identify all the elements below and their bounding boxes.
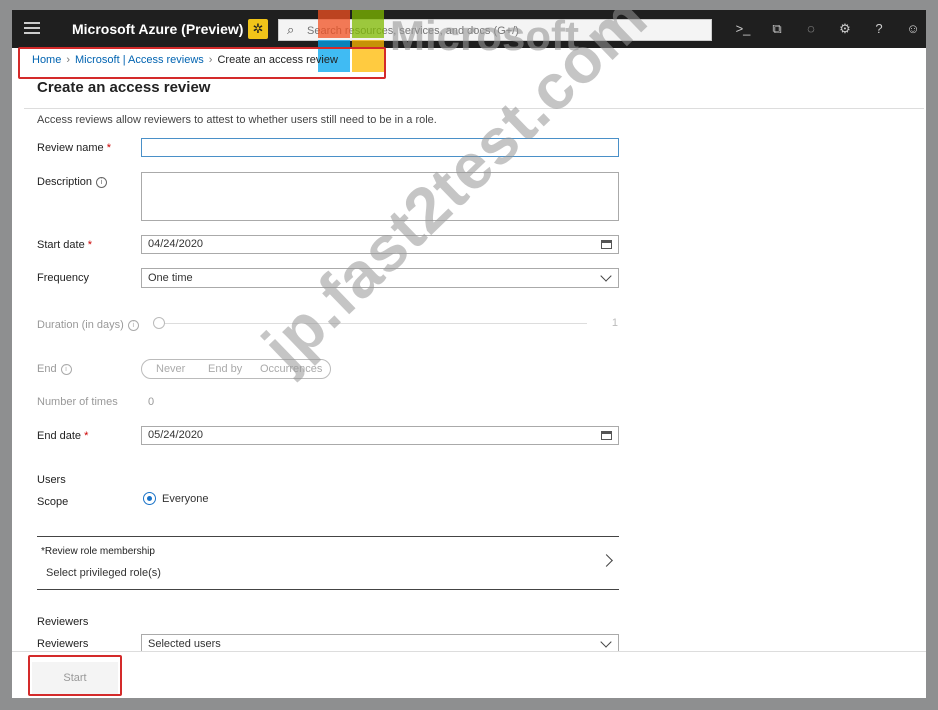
scope-everyone-radio[interactable] — [143, 492, 156, 505]
review-name-input[interactable] — [141, 138, 619, 157]
end-option-occurrences[interactable]: Occurrences — [260, 363, 322, 375]
frequency-value: One time — [148, 272, 193, 284]
directory-filter-icon[interactable]: ⧉ — [768, 20, 786, 38]
chevron-down-icon — [600, 270, 612, 282]
frequency-label: Frequency — [37, 272, 89, 284]
role-membership-value: Select privileged role(s) — [46, 567, 161, 579]
end-segmented-control: Never End by Occurrences — [141, 359, 331, 379]
duration-label: Duration (in days) i — [37, 319, 139, 331]
highlight-breadcrumb-box — [18, 47, 386, 79]
end-option-end-by[interactable]: End by — [208, 363, 242, 375]
menu-icon[interactable] — [24, 22, 40, 36]
users-section-title: Users — [37, 474, 66, 486]
intro-text: Access reviews allow reviewers to attest… — [37, 114, 437, 126]
global-search[interactable]: ⌕ — [278, 19, 712, 41]
start-date-label: Start date * — [37, 239, 93, 251]
highlight-start-box — [28, 655, 122, 696]
search-icon: ⌕ — [287, 22, 295, 37]
preview-bug-icon[interactable]: ✲ — [248, 19, 268, 39]
calendar-icon[interactable] — [601, 240, 612, 249]
info-icon[interactable]: i — [127, 320, 139, 331]
search-input[interactable] — [305, 22, 709, 40]
duration-slider-track[interactable] — [157, 323, 587, 324]
scope-everyone-label[interactable]: Everyone — [162, 493, 208, 505]
app-title[interactable]: Microsoft Azure (Preview) — [72, 21, 243, 37]
help-icon[interactable]: ? — [870, 20, 888, 38]
duration-value: 1 — [611, 317, 618, 329]
role-membership-title: *Review role membership — [41, 546, 155, 557]
reviewers-value: Selected users — [148, 638, 221, 650]
end-date-label: End date * — [37, 430, 89, 442]
calendar-icon[interactable] — [601, 431, 612, 440]
end-option-never[interactable]: Never — [156, 363, 185, 375]
reviewers-label: Reviewers — [37, 638, 89, 650]
number-of-times-value[interactable]: 0 — [148, 396, 154, 408]
number-of-times-label: Number of times — [37, 396, 118, 408]
frequency-dropdown[interactable]: One time — [141, 268, 619, 288]
settings-gear-icon[interactable]: ⚙ — [836, 20, 854, 38]
description-label: Description i — [37, 176, 108, 188]
end-label: End i — [37, 363, 72, 375]
reviewers-section-title: Reviewers — [37, 616, 89, 628]
footer-bar — [12, 651, 926, 698]
end-date-value: 05/24/2020 — [148, 429, 204, 441]
description-input[interactable] — [141, 172, 619, 221]
top-bar: Microsoft Azure (Preview) ✲ ⌕ >_ ⧉ ◌ ⚙ ?… — [12, 10, 926, 48]
cloud-shell-icon[interactable]: >_ — [734, 20, 752, 38]
start-date-value: 04/24/2020 — [148, 238, 204, 250]
review-role-membership-selector[interactable]: *Review role membership Select privilege… — [37, 536, 619, 590]
info-icon[interactable]: i — [60, 364, 72, 375]
end-date-picker[interactable]: 05/24/2020 — [141, 426, 619, 445]
notifications-icon[interactable]: ◌ — [802, 20, 820, 38]
review-name-label: Review name * — [37, 142, 111, 154]
title-divider — [24, 108, 924, 109]
start-date-picker[interactable]: 04/24/2020 — [141, 235, 619, 254]
scope-label: Scope — [37, 496, 69, 508]
info-icon[interactable]: i — [96, 177, 108, 188]
portal-window: Microsoft Azure (Preview) ✲ ⌕ >_ ⧉ ◌ ⚙ ?… — [12, 10, 926, 698]
chevron-right-icon — [600, 554, 613, 567]
chevron-down-icon — [600, 636, 612, 648]
page-title: Create an access review — [37, 79, 211, 96]
duration-slider-thumb[interactable] — [153, 317, 165, 329]
feedback-smiley-icon[interactable]: ☺ — [904, 20, 922, 38]
